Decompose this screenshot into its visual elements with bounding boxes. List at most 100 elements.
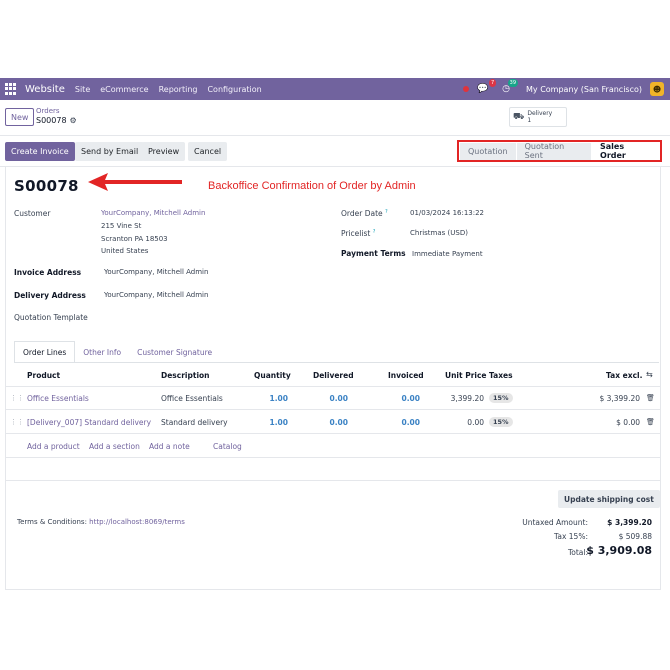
action-bar: Create Invoice Send by Email Preview Can…	[0, 139, 670, 167]
optional-columns-icon[interactable]: ⇆	[646, 370, 653, 379]
order-title: S00078	[14, 177, 79, 195]
payment-terms-label: Payment Terms	[341, 249, 406, 258]
col-taxes[interactable]: Taxes	[489, 371, 513, 380]
row-invoiced: 0.00	[401, 418, 420, 427]
row-unit-price[interactable]: 3,399.20	[440, 394, 484, 403]
tax-badge[interactable]: 15%	[489, 393, 513, 403]
terms-conditions: Terms & Conditions: http://localhost:806…	[17, 518, 185, 526]
customer-link[interactable]: YourCompany, Mitchell Admin	[101, 209, 205, 217]
menu-ecommerce[interactable]: eCommerce	[100, 85, 148, 94]
total-value: $ 3,909.08	[586, 544, 652, 557]
customer-city: Scranton PA 18503	[101, 235, 168, 243]
recording-dot-icon[interactable]	[462, 86, 469, 92]
delivery-count: 1	[527, 117, 532, 124]
delivery-smart-button[interactable]: ⛟ Delivery 1	[509, 107, 567, 127]
row-description[interactable]: Office Essentials	[161, 394, 223, 403]
trash-icon[interactable]: 🗑	[646, 394, 655, 402]
top-navbar: Website Site eCommerce Reporting Configu…	[0, 78, 670, 100]
breadcrumb-orders[interactable]: Orders	[36, 107, 77, 116]
pricelist-label-text: Pricelist	[341, 229, 371, 238]
red-arrow-annotation	[88, 173, 182, 191]
untaxed-value: $ 3,399.20	[607, 518, 652, 527]
chat-icon[interactable]: 💬 7	[477, 79, 497, 94]
order-date-label: Order Date ?	[341, 209, 388, 218]
activity-badge: 39	[507, 79, 519, 87]
menu-reporting[interactable]: Reporting	[159, 85, 198, 94]
terms-label: Terms & Conditions:	[17, 518, 87, 526]
row-quantity[interactable]: 1.00	[266, 418, 288, 427]
user-avatar[interactable]: ☻	[650, 82, 664, 96]
col-quantity[interactable]: Quantity	[254, 371, 291, 380]
menu-site[interactable]: Site	[75, 85, 90, 94]
trash-icon[interactable]: 🗑	[646, 418, 655, 426]
catalog-link[interactable]: Catalog	[213, 442, 242, 451]
col-description[interactable]: Description	[161, 371, 210, 380]
drag-handle-icon[interactable]: ⋮⋮	[10, 394, 24, 402]
add-section-link[interactable]: Add a section	[89, 442, 140, 451]
quotation-template-label: Quotation Template	[14, 313, 88, 322]
add-note-link[interactable]: Add a note	[149, 442, 190, 451]
row-product[interactable]: [Delivery_007] Standard delivery	[27, 418, 151, 427]
row-divider	[5, 457, 661, 458]
new-button[interactable]: New	[5, 108, 35, 126]
tax-badge[interactable]: 15%	[489, 417, 513, 427]
untaxed-label: Untaxed Amount:	[522, 518, 588, 527]
row-delivered: 0.00	[329, 418, 348, 427]
status-highlight-box	[457, 140, 662, 162]
col-invoiced[interactable]: Invoiced	[388, 371, 424, 380]
control-panel: New Orders S00078 ⚙ ⛟ Delivery 1	[0, 102, 670, 136]
order-date-label-text: Order Date	[341, 209, 383, 218]
customer-country: United States	[101, 247, 149, 255]
create-invoice-button[interactable]: Create Invoice	[5, 142, 75, 161]
delivery-address-label: Delivery Address	[14, 291, 86, 300]
terms-link[interactable]: http://localhost:8069/terms	[89, 518, 185, 526]
row-product[interactable]: Office Essentials	[27, 394, 89, 403]
col-product[interactable]: Product	[27, 371, 60, 380]
col-tax-excl[interactable]: Tax excl.	[606, 371, 642, 380]
truck-icon: ⛟	[513, 111, 525, 122]
tab-customer-signature[interactable]: Customer Signature	[129, 341, 220, 363]
help-icon[interactable]: ?	[373, 229, 376, 235]
send-by-email-button[interactable]: Send by Email	[75, 142, 145, 161]
row-delivered: 0.00	[329, 394, 348, 403]
row-invoiced: 0.00	[401, 394, 420, 403]
row-divider	[5, 409, 661, 410]
invoice-address-label: Invoice Address	[14, 268, 82, 277]
preview-button[interactable]: Preview	[142, 142, 186, 161]
drag-handle-icon[interactable]: ⋮⋮	[10, 418, 24, 426]
tab-other-info[interactable]: Other Info	[75, 341, 129, 363]
tax-label: Tax 15%:	[554, 532, 588, 541]
update-shipping-button[interactable]: Update shipping cost	[558, 490, 660, 508]
activity-clock-icon[interactable]: ◷ 39	[502, 79, 519, 94]
app-brand[interactable]: Website	[25, 84, 65, 95]
order-date-value: 01/03/2024 16:13:22	[410, 209, 485, 217]
customer-label: Customer	[14, 209, 51, 218]
pricelist-label: Pricelist ?	[341, 229, 375, 238]
invoice-address-value[interactable]: YourCompany, Mitchell Admin	[104, 268, 208, 276]
app-menu-icon[interactable]	[5, 83, 19, 95]
tab-order-lines[interactable]: Order Lines	[14, 341, 76, 363]
col-delivered[interactable]: Delivered	[313, 371, 354, 380]
row-unit-price[interactable]: 0.00	[440, 418, 484, 427]
company-switcher[interactable]: My Company (San Francisco)	[526, 85, 642, 94]
add-product-link[interactable]: Add a product	[27, 442, 80, 451]
menu-configuration[interactable]: Configuration	[207, 85, 261, 94]
row-quantity[interactable]: 1.00	[266, 394, 288, 403]
tabs-divider	[14, 362, 659, 363]
row-divider	[5, 480, 661, 481]
help-icon[interactable]: ?	[385, 209, 388, 215]
col-unit-price[interactable]: Unit Price	[445, 371, 487, 380]
breadcrumb-current: S00078	[36, 116, 67, 125]
tax-value: $ 509.88	[618, 532, 652, 541]
row-subtotal: $ 3,399.20	[599, 394, 640, 403]
delivery-label: Delivery	[527, 110, 553, 117]
chat-badge: 7	[488, 79, 497, 87]
row-description[interactable]: Standard delivery	[161, 418, 228, 427]
delivery-address-value[interactable]: YourCompany, Mitchell Admin	[104, 291, 208, 299]
row-subtotal: $ 0.00	[616, 418, 640, 427]
gear-icon[interactable]: ⚙	[70, 116, 77, 125]
cancel-button[interactable]: Cancel	[188, 142, 228, 161]
payment-terms-value: Immediate Payment	[412, 250, 483, 258]
customer-street: 215 Vine St	[101, 222, 142, 230]
annotation-text: Backoffice Confirmation of Order by Admi…	[208, 180, 416, 192]
